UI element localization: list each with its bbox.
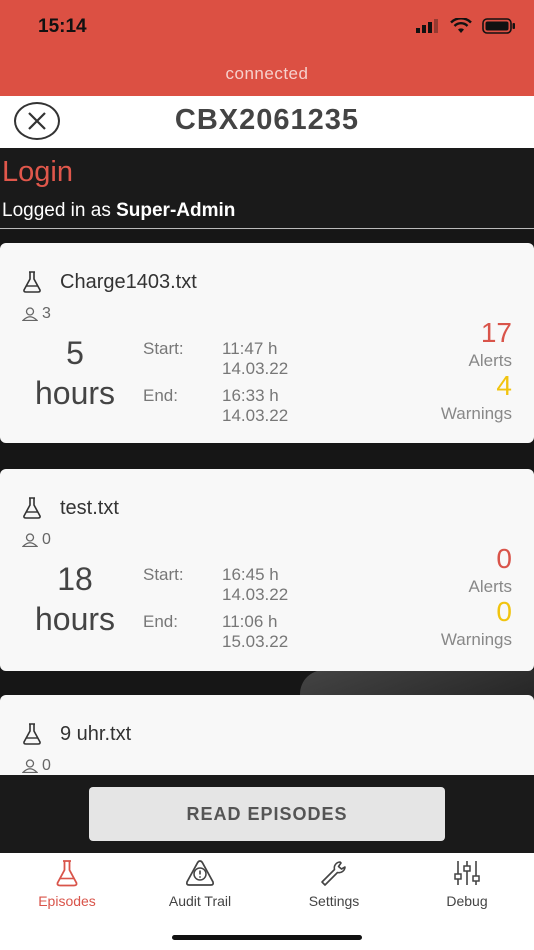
start-time: 11:47 h [222,339,278,358]
episode-name: test.txt [60,497,119,519]
episode-card[interactable]: 9 uhr.txt 0 [0,695,534,775]
device-id-title: CBX2061235 [174,104,360,136]
warnings-label: Warnings [440,404,512,423]
end-time: 11:06 h [222,612,278,631]
flask-icon [23,271,41,293]
start-label: Start: [143,565,184,584]
signal-icon [416,19,438,33]
tab-episodes[interactable]: Episodes [0,859,134,909]
alerts-label: Alerts [468,351,512,370]
flask-icon [23,497,41,519]
tab-settings[interactable]: Settings [267,859,401,909]
duration-value: 5 [66,335,84,371]
logged-in-line: Logged in as Super-Admin [2,200,235,222]
episode-card[interactable]: test.txt 0 18 hours Start: 16:45 h 14.03… [0,469,534,671]
user-icon [22,307,38,321]
end-label: End: [143,612,178,631]
device-header: CBX2061235 [0,96,534,148]
user-count: 0 [42,757,51,774]
episode-card[interactable]: Charge1403.txt 3 5 hours Start: 11:47 h … [0,243,534,443]
user-count: 0 [42,531,51,548]
start-label: Start: [143,339,184,358]
duration-value: 18 [57,561,93,597]
duration-unit: hours [34,375,116,411]
episode-list[interactable]: Charge1403.txt 3 5 hours Start: 11:47 h … [0,230,534,775]
start-date: 14.03.22 [222,585,289,604]
episode-name: 9 uhr.txt [60,723,132,745]
start-time: 16:45 h [222,565,279,584]
action-area: READ EPISODES [0,775,534,853]
tab-audit-trail[interactable]: Audit Trail [133,859,267,909]
flask-icon [23,723,41,745]
wifi-icon [450,18,472,33]
alerts-count: 0 [496,543,512,574]
login-title[interactable]: Login [2,156,73,189]
wrench-icon [321,861,346,886]
user-icon [22,759,38,773]
user-count: 3 [42,305,51,322]
flask-icon [56,860,78,887]
warnings-count: 0 [496,596,512,627]
episode-name: Charge1403.txt [60,271,197,293]
end-date: 15.03.22 [222,632,289,651]
sliders-icon [454,861,480,885]
logged-in-user: Super-Admin [116,200,236,221]
end-label: End: [143,386,178,405]
user-icon [22,533,38,547]
start-date: 14.03.22 [222,359,289,378]
end-time: 16:33 h [222,386,279,405]
status-bar: 15:14 connected [0,0,534,96]
status-icons [416,18,516,34]
login-section: Login Logged in as Super-Admin [0,148,534,230]
connection-status: connected [225,64,309,83]
tab-label: Settings [308,893,360,909]
end-date: 14.03.22 [222,406,289,425]
alerts-label: Alerts [468,577,512,596]
warnings-count: 4 [496,370,512,401]
warning-icon [185,860,215,886]
read-episodes-button[interactable]: READ EPISODES [89,787,445,841]
tab-label: Audit Trail [168,893,232,909]
login-divider [0,228,534,229]
tab-label: Episodes [38,893,96,909]
home-indicator[interactable] [172,935,362,940]
tab-debug[interactable]: Debug [400,859,534,909]
status-time: 15:14 [38,16,87,37]
logged-in-prefix: Logged in as [2,200,117,221]
alerts-count: 17 [480,317,512,348]
tab-label: Debug [446,893,488,909]
duration-unit: hours [34,601,116,637]
warnings-label: Warnings [440,630,512,649]
tab-bar: Episodes Audit Trail Settings Debug [0,853,534,950]
battery-icon [482,18,515,34]
